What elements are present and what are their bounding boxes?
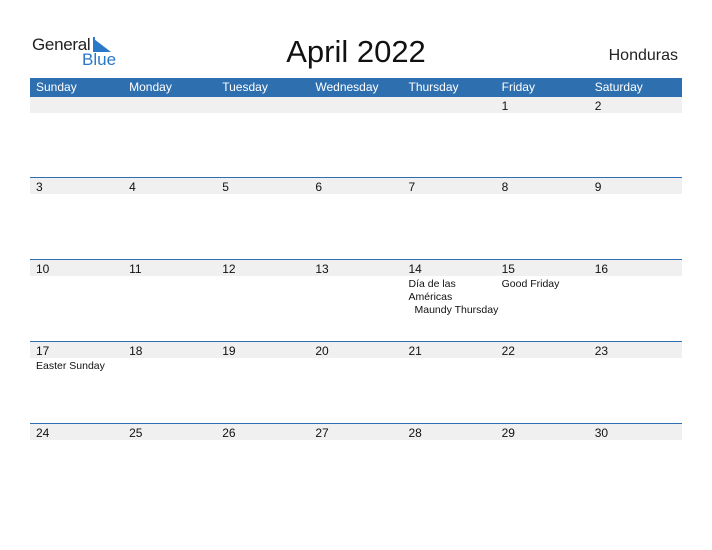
day-cell: 26 bbox=[216, 424, 309, 505]
day-number: 12 bbox=[222, 262, 236, 276]
day-number: 13 bbox=[315, 262, 329, 276]
day-number: 25 bbox=[129, 426, 143, 440]
day-cell: 13 bbox=[309, 260, 402, 341]
day-cell bbox=[123, 97, 216, 177]
day-cell: 9 bbox=[589, 178, 682, 259]
day-number: 4 bbox=[129, 180, 136, 194]
day-number: 2 bbox=[594, 99, 602, 113]
day-cell: 5 bbox=[216, 178, 309, 259]
day-cell: 15 Good Friday bbox=[496, 260, 589, 341]
week-cells: 12 bbox=[30, 97, 682, 177]
weekday-monday: Monday bbox=[129, 80, 172, 94]
week-row: 12 bbox=[30, 97, 682, 177]
weekday-tuesday: Tuesday bbox=[222, 80, 268, 94]
day-number: 30 bbox=[594, 426, 609, 440]
day-cell: 2 bbox=[589, 97, 682, 177]
day-number: 22 bbox=[501, 344, 515, 358]
weeks-container: 1 2 3 4 5 6 7 8 9 10 11 12 13 14 Día de las Américas Ma… bbox=[30, 97, 682, 505]
day-cell: 16 bbox=[589, 260, 682, 341]
week-cells: 17 Easter Sunday 18 19 20 21 22 23 bbox=[30, 342, 682, 423]
weekday-thursday: Thursday bbox=[408, 80, 459, 94]
weekday-friday: Friday bbox=[501, 80, 535, 94]
day-number: 14 bbox=[408, 262, 422, 276]
day-number: 28 bbox=[408, 426, 422, 440]
day-cell: 12 bbox=[216, 260, 309, 341]
holiday-label: Good Friday bbox=[501, 278, 560, 290]
day-cell: 17 Easter Sunday bbox=[30, 342, 123, 423]
day-number: 5 bbox=[222, 180, 229, 194]
day-cell bbox=[30, 97, 123, 177]
day-number: 1 bbox=[501, 99, 509, 113]
day-cell: 8 bbox=[496, 178, 589, 259]
day-number: 26 bbox=[222, 426, 236, 440]
day-cell: 25 bbox=[123, 424, 216, 505]
day-cell bbox=[216, 97, 309, 177]
day-number: 23 bbox=[594, 344, 609, 358]
weekday-header: Sunday Monday Tuesday Wednesday Thursday Frid… bbox=[30, 78, 682, 97]
week-row: 10 11 12 13 14 Día de las Américas Maundy Thur… bbox=[30, 259, 682, 341]
day-cell: 24 bbox=[30, 424, 123, 505]
day-number: 9 bbox=[594, 180, 602, 194]
day-cell: 22 bbox=[496, 342, 589, 423]
day-number: 17 bbox=[36, 344, 50, 358]
day-cell: 29 bbox=[496, 424, 589, 505]
day-cell: 19 bbox=[216, 342, 309, 423]
day-cell bbox=[403, 97, 496, 177]
day-number: 6 bbox=[315, 180, 323, 194]
day-cell bbox=[309, 97, 402, 177]
day-cell: 20 bbox=[309, 342, 402, 423]
day-cell: 18 bbox=[123, 342, 216, 423]
weekday-wednesday: Wednesday bbox=[315, 80, 379, 94]
day-number: 27 bbox=[315, 426, 329, 440]
holiday-label: Día de las Américas bbox=[408, 278, 456, 303]
day-events: Good Friday bbox=[502, 278, 592, 291]
day-number: 15 bbox=[501, 262, 515, 276]
day-number: 21 bbox=[408, 344, 422, 358]
day-cell: 7 bbox=[403, 178, 496, 259]
day-cell: 11 bbox=[123, 260, 216, 341]
day-number: 24 bbox=[36, 426, 50, 440]
weekday-saturday: Saturday bbox=[594, 80, 643, 94]
day-cell: 1 bbox=[496, 97, 589, 177]
weekday-sunday: Sunday bbox=[36, 80, 77, 94]
day-number: 18 bbox=[129, 344, 143, 358]
week-row: 3 4 5 6 7 8 9 bbox=[30, 177, 682, 259]
day-number: 20 bbox=[315, 344, 329, 358]
day-number: 16 bbox=[594, 262, 609, 276]
day-cell: 14 Día de las Américas Maundy Thursday bbox=[403, 260, 499, 341]
day-number: 10 bbox=[36, 262, 50, 276]
week-cells: 24 25 26 27 28 29 30 bbox=[30, 424, 682, 505]
day-cell: 30 bbox=[589, 424, 682, 505]
week-row: 17 Easter Sunday 18 19 20 21 22 23 bbox=[30, 341, 682, 423]
week-cells: 10 11 12 13 14 Día de las Américas Maundy Thur… bbox=[30, 260, 682, 341]
day-cell: 28 bbox=[403, 424, 496, 505]
day-cell: 4 bbox=[123, 178, 216, 259]
day-number: 11 bbox=[129, 262, 142, 276]
holiday-label: Easter Sunday bbox=[36, 360, 105, 372]
week-cells: 3 4 5 6 7 8 9 bbox=[30, 178, 682, 259]
calendar-grid: Sunday Monday Tuesday Wednesday Thursday Frid… bbox=[30, 78, 682, 505]
day-cell: 6 bbox=[309, 178, 402, 259]
day-cell: 27 bbox=[309, 424, 402, 505]
day-cell: 10 bbox=[30, 260, 123, 341]
day-number: 29 bbox=[501, 426, 515, 440]
day-events: Easter Sunday bbox=[36, 360, 126, 373]
day-number: 8 bbox=[501, 180, 509, 194]
week-row: 24 25 26 27 28 29 30 bbox=[30, 423, 682, 505]
day-cell: 23 bbox=[589, 342, 682, 423]
day-cell: 3 bbox=[30, 178, 123, 259]
day-number: 19 bbox=[222, 344, 236, 358]
holiday-label: Maundy Thursday bbox=[414, 304, 499, 316]
day-cell: 21 bbox=[403, 342, 496, 423]
day-number: 7 bbox=[408, 180, 416, 194]
country-label: Honduras bbox=[608, 47, 678, 64]
day-number: 3 bbox=[36, 180, 43, 194]
day-events: Día de las Américas Maundy Thursday bbox=[409, 278, 499, 317]
calendar-title: April 2022 bbox=[286, 34, 426, 69]
